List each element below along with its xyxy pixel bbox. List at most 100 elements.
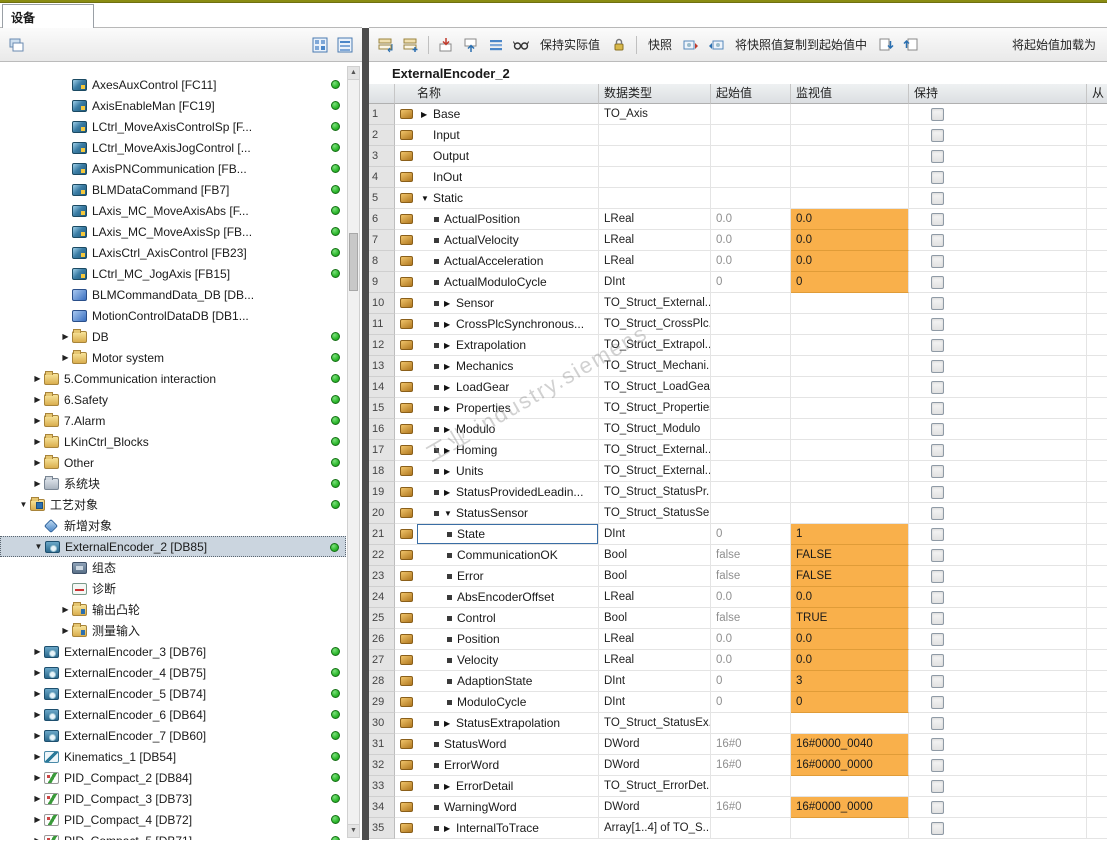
tree-item[interactable]: ▶ Other [0, 452, 346, 473]
expand-arrow-icon[interactable]: ▶ [59, 605, 72, 614]
load-start-doc-icon-1[interactable] [875, 34, 897, 56]
column-header-datatype[interactable]: 数据类型 [599, 84, 711, 104]
expand-arrow-icon[interactable]: ▶ [31, 458, 44, 467]
expand-arrow-icon[interactable]: ▶ [31, 437, 44, 446]
expand-arrow-icon[interactable]: ▶ [31, 773, 44, 782]
table-row[interactable]: 22 CommunicationOK Bool false FALSE [369, 545, 1107, 566]
tree-item[interactable]: AxisPNCommunication [FB... [0, 158, 346, 179]
expand-arrow-icon[interactable]: ▶ [59, 626, 72, 635]
expand-arrow-icon[interactable]: ▶ [31, 836, 44, 840]
tree-item[interactable]: ▶ 7.Alarm [0, 410, 346, 431]
panel-splitter[interactable] [362, 3, 369, 840]
retain-checkbox[interactable] [931, 296, 944, 310]
retain-checkbox[interactable] [931, 170, 944, 184]
table-row[interactable]: 23 Error Bool false FALSE [369, 566, 1107, 587]
table-row[interactable]: 17 ▶ Homing TO_Struct_External... [369, 440, 1107, 461]
tree-item[interactable]: 诊断 [0, 578, 346, 599]
tree-item[interactable]: ▶ PID_Compact_5 [DB71] [0, 830, 346, 840]
table-row[interactable]: 15 ▶ Properties TO_Struct_Properties [369, 398, 1107, 419]
tree-item[interactable]: ▶ DB [0, 326, 346, 347]
retain-checkbox[interactable] [931, 527, 944, 541]
monitor-all-glasses-icon[interactable] [510, 34, 532, 56]
table-row[interactable]: 35 ▶ InternalToTrace Array[1..4] of TO_S... [369, 818, 1107, 839]
expand-members-icon[interactable] [485, 34, 507, 56]
retain-checkbox[interactable] [931, 233, 944, 247]
expand-arrow-icon[interactable]: ▶ [31, 416, 44, 425]
collapse-arrow-icon[interactable]: ▼ [421, 194, 433, 203]
table-row[interactable]: 29 ModuloCycle DInt 0 0 [369, 692, 1107, 713]
table-row[interactable]: 20 ▼ StatusSensor TO_Struct_StatusSe... [369, 503, 1107, 524]
table-row[interactable]: 2 Input [369, 125, 1107, 146]
tree-item[interactable]: LCtrl_MoveAxisJogControl [... [0, 137, 346, 158]
tree-item[interactable]: ▶ ExternalEncoder_4 [DB75] [0, 662, 346, 683]
expand-arrow-icon[interactable]: ▶ [444, 320, 456, 329]
expand-arrow-icon[interactable]: ▶ [444, 341, 456, 350]
tree-item[interactable]: ▶ 系统块 [0, 473, 346, 494]
retain-checkbox[interactable] [931, 359, 944, 373]
tree-item[interactable]: ▶ PID_Compact_3 [DB73] [0, 788, 346, 809]
tree-item[interactable]: ▶ Motor system [0, 347, 346, 368]
retain-checkbox[interactable] [931, 737, 944, 751]
retain-checkbox[interactable] [931, 779, 944, 793]
expand-arrow-icon[interactable]: ▶ [31, 731, 44, 740]
table-row[interactable]: 28 AdaptionState DInt 0 3 [369, 671, 1107, 692]
table-row[interactable]: 3 Output [369, 146, 1107, 167]
retain-checkbox[interactable] [931, 254, 944, 268]
add-row-icon[interactable] [400, 34, 422, 56]
table-row[interactable]: 18 ▶ Units TO_Struct_External... [369, 461, 1107, 482]
expand-arrow-icon[interactable]: ▶ [444, 824, 456, 833]
retain-checkbox[interactable] [931, 317, 944, 331]
tree-item[interactable]: ▶ 5.Communication interaction [0, 368, 346, 389]
expand-arrow-icon[interactable]: ▶ [444, 425, 456, 434]
tree-item[interactable]: ▶ Kinematics_1 [DB54] [0, 746, 346, 767]
tree-item[interactable]: 新增对象 [0, 515, 346, 536]
panel-view-icon[interactable] [6, 34, 28, 56]
tree-item[interactable]: ▶ 测量输入 [0, 620, 346, 641]
expand-arrow-icon[interactable]: ▶ [444, 467, 456, 476]
retain-checkbox[interactable] [931, 107, 944, 121]
tree-item[interactable]: LAxis_MC_MoveAxisAbs [F... [0, 200, 346, 221]
tree-item[interactable]: ▼ 工艺对象 [0, 494, 346, 515]
table-row[interactable]: 34 WarningWord DWord 16#0 16#0000_0000 [369, 797, 1107, 818]
load-values-red-icon[interactable] [435, 34, 457, 56]
expand-arrow-icon[interactable]: ▶ [444, 446, 456, 455]
tree-item[interactable]: 组态 [0, 557, 346, 578]
retain-checkbox[interactable] [931, 380, 944, 394]
table-row[interactable]: 7 ActualVelocity LReal 0.0 0.0 [369, 230, 1107, 251]
table-row[interactable]: 19 ▶ StatusProvidedLeadin... TO_Struct_Stat… [369, 482, 1107, 503]
retain-checkbox[interactable] [931, 212, 944, 226]
column-header-retain[interactable]: 保持 [909, 84, 1087, 104]
table-row[interactable]: 4 InOut [369, 167, 1107, 188]
retain-checkbox[interactable] [931, 821, 944, 835]
column-header-index[interactable] [369, 84, 395, 104]
column-header-name[interactable]: 名称 [395, 84, 599, 104]
tree-item[interactable]: ▶ PID_Compact_4 [DB72] [0, 809, 346, 830]
expand-arrow-icon[interactable]: ▶ [31, 668, 44, 677]
retain-checkbox[interactable] [931, 548, 944, 562]
table-row[interactable]: 33 ▶ ErrorDetail TO_Struct_ErrorDet... [369, 776, 1107, 797]
retain-checkbox[interactable] [931, 275, 944, 289]
expand-arrow-icon[interactable]: ▶ [31, 689, 44, 698]
table-row[interactable]: 26 Position LReal 0.0 0.0 [369, 629, 1107, 650]
tree-item[interactable]: LAxis_MC_MoveAxisSp [FB... [0, 221, 346, 242]
tree-item[interactable]: ▶ ExternalEncoder_5 [DB74] [0, 683, 346, 704]
tab-devices[interactable]: 设备 [2, 4, 94, 28]
expand-arrow-icon[interactable]: ▶ [31, 710, 44, 719]
column-header-start-value[interactable]: 起始值 [711, 84, 791, 104]
table-row[interactable]: 21 State DInt 0 1 [369, 524, 1107, 545]
expand-arrow-icon[interactable]: ▶ [59, 332, 72, 341]
retain-checkbox[interactable] [931, 485, 944, 499]
expand-arrow-icon[interactable]: ▶ [444, 719, 456, 728]
retain-checkbox[interactable] [931, 653, 944, 667]
scroll-down-icon[interactable] [348, 824, 359, 837]
retain-checkbox[interactable] [931, 695, 944, 709]
table-row[interactable]: 5 ▼ Static [369, 188, 1107, 209]
expand-arrow-icon[interactable]: ▶ [444, 404, 456, 413]
tree-item[interactable]: LCtrl_MoveAxisControlSp [F... [0, 116, 346, 137]
lock-icon[interactable] [608, 34, 630, 56]
tree-item[interactable]: AxisEnableMan [FC19] [0, 95, 346, 116]
tree-item[interactable]: ▼ ExternalEncoder_2 [DB85] [0, 536, 346, 557]
table-row[interactable]: 13 ▶ Mechanics TO_Struct_Mechani... [369, 356, 1107, 377]
retain-checkbox[interactable] [931, 443, 944, 457]
table-row[interactable]: 31 StatusWord DWord 16#0 16#0000_0040 [369, 734, 1107, 755]
